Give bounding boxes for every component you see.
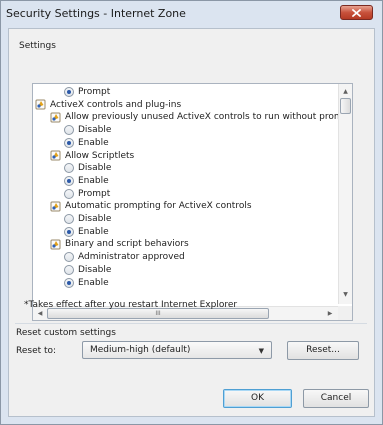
setting-option[interactable]: Disable: [64, 264, 111, 276]
setting-label: Disable: [78, 163, 112, 174]
setting-label: Enable: [78, 175, 109, 186]
settings-tree[interactable]: Enable Disable Administrator approved Binar…: [32, 83, 353, 321]
scrollbar-corner: [338, 306, 352, 320]
vertical-scroll-thumb[interactable]: [340, 98, 351, 114]
radio-selected[interactable]: [64, 226, 74, 237]
setting-label: Allow Scriptlets: [65, 150, 135, 161]
setting-icon: [50, 112, 61, 123]
radio-selected[interactable]: [64, 277, 74, 288]
radio-button[interactable]: [64, 214, 74, 224]
window-title: Security Settings - Internet Zone: [6, 7, 186, 20]
setting-option[interactable]: Disable: [64, 162, 111, 174]
scroll-right-arrow-icon[interactable]: ▶: [324, 307, 336, 320]
setting-item: Allow previously unused ActiveX controls…: [50, 111, 343, 123]
setting-label: Binary and script behaviors: [65, 239, 189, 250]
radio-button[interactable]: [64, 163, 74, 174]
setting-label: Enable: [78, 137, 109, 148]
setting-option[interactable]: Disable: [64, 213, 111, 225]
radio-button[interactable]: [64, 252, 74, 263]
radio-selected[interactable]: [64, 87, 74, 97]
setting-option[interactable]: Enable: [64, 175, 109, 187]
settings-category: ActiveX controls and plug-ins: [35, 99, 181, 111]
setting-icon: [50, 150, 61, 161]
setting-item: Allow Scriptlets: [50, 150, 134, 162]
setting-label: Disable: [78, 264, 112, 275]
radio-button[interactable]: [64, 125, 74, 136]
scroll-down-arrow-icon[interactable]: ▼: [339, 289, 352, 301]
scroll-grip: III: [155, 310, 161, 317]
setting-item: Automatic prompting for ActiveX controls: [50, 200, 252, 212]
settings-group-icon: [35, 99, 46, 110]
setting-icon: [50, 239, 61, 250]
radio-button[interactable]: [64, 264, 74, 275]
chevron-down-icon: ▼: [258, 347, 264, 355]
restart-note: *Takes effect after you restart Internet…: [24, 300, 238, 310]
reset-button[interactable]: Reset...: [287, 341, 359, 360]
setting-option[interactable]: Enable: [64, 277, 109, 289]
vertical-scrollbar[interactable]: ▲ ▼: [338, 84, 352, 304]
scroll-up-arrow-icon[interactable]: ▲: [339, 86, 352, 98]
setting-label: Disable: [78, 125, 112, 136]
security-settings-dialog: Security Settings - Internet Zone Settin…: [0, 0, 383, 425]
close-button[interactable]: [340, 5, 373, 20]
reset-level-value: Medium-high (default): [90, 345, 191, 355]
setting-item: Binary and script behaviors: [50, 238, 189, 250]
setting-option[interactable]: Disable: [64, 124, 111, 136]
setting-label: Enable: [78, 277, 109, 288]
reset-to-label: Reset to:: [16, 346, 57, 356]
setting-label: Enable: [78, 226, 109, 237]
setting-icon: [50, 201, 61, 212]
setting-label: Prompt: [78, 188, 111, 199]
ok-button[interactable]: OK: [223, 389, 292, 408]
reset-level-select[interactable]: Medium-high (default) ▼: [82, 341, 272, 359]
title-bar[interactable]: Security Settings - Internet Zone: [1, 1, 382, 28]
radio-selected[interactable]: [64, 175, 74, 186]
setting-option[interactable]: Administrator approved: [64, 251, 185, 263]
reset-group-title: Reset custom settings: [16, 328, 116, 338]
setting-label: ActiveX controls and plug-ins: [50, 99, 182, 110]
setting-label: Allow previously unused ActiveX controls…: [65, 112, 343, 123]
setting-label: Prompt: [78, 87, 111, 97]
radio-selected[interactable]: [64, 137, 74, 148]
setting-label: Automatic prompting for ActiveX controls: [65, 201, 252, 212]
setting-label: Disable: [78, 214, 112, 224]
setting-option[interactable]: Prompt: [64, 86, 110, 98]
setting-option[interactable]: Enable: [64, 137, 109, 149]
settings-label: Settings: [19, 41, 56, 51]
setting-option[interactable]: Enable: [64, 226, 109, 238]
cancel-button[interactable]: Cancel: [303, 389, 369, 408]
radio-button[interactable]: [64, 188, 74, 199]
setting-label: Administrator approved: [78, 252, 185, 263]
close-icon: [352, 9, 361, 17]
setting-option[interactable]: Prompt: [64, 188, 110, 200]
